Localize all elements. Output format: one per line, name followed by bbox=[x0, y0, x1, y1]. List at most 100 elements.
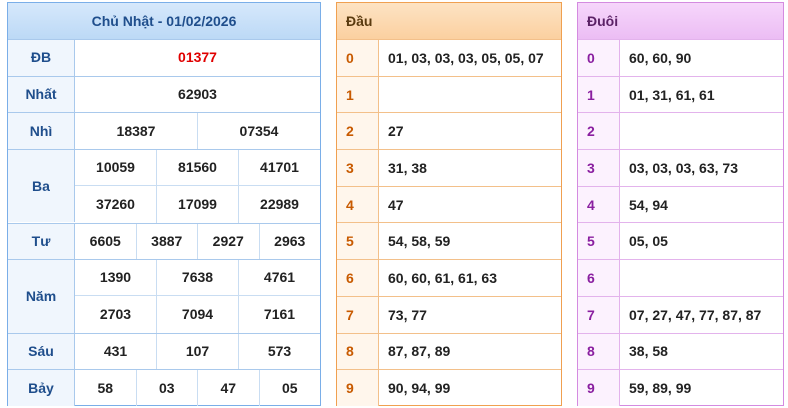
prize-number: 107 bbox=[156, 332, 238, 370]
dau-key: 7 bbox=[337, 296, 379, 333]
prize-number: 07354 bbox=[197, 112, 320, 150]
duoi-row: 1 01, 31, 61, 61 bbox=[578, 75, 783, 113]
prize-number: 2927 bbox=[197, 222, 259, 260]
dau-key: 1 bbox=[337, 76, 379, 113]
dau-key: 5 bbox=[337, 223, 379, 260]
dau-key: 2 bbox=[337, 113, 379, 150]
duoi-values: 38, 58 bbox=[629, 343, 668, 360]
prize-row: Năm 1390 7638 4761 2703 7094 7161 bbox=[8, 259, 320, 333]
dau-row: 2 27 bbox=[337, 112, 561, 150]
dau-values: 47 bbox=[388, 196, 404, 213]
dau-row: 1 bbox=[337, 75, 561, 113]
duoi-key: 4 bbox=[578, 186, 620, 223]
duoi-row: 2 bbox=[578, 112, 783, 150]
dau-values: 27 bbox=[388, 123, 404, 140]
duoi-values bbox=[620, 113, 783, 149]
prize-label: ĐB bbox=[8, 39, 75, 76]
dau-row: 4 47 bbox=[337, 185, 561, 223]
duoi-key: 0 bbox=[578, 40, 620, 76]
duoi-table: Đuôi 0 60, 60, 90 1 01, 31, 61, 61 2 3 03, 03,… bbox=[577, 2, 784, 406]
prize-row: Tư 6605 3887 2927 2963 bbox=[8, 222, 321, 260]
duoi-key: 2 bbox=[578, 113, 620, 150]
prize-number: 37260 bbox=[96, 196, 135, 213]
row-divider bbox=[8, 222, 320, 224]
dau-row: 0 01, 03, 03, 03, 05, 05, 07 bbox=[337, 39, 561, 76]
duoi-values: 01, 31, 61, 61 bbox=[629, 86, 715, 103]
prize-row: Sáu 431 107 573 bbox=[8, 332, 320, 370]
duoi-key: 1 bbox=[578, 76, 620, 113]
prize-label: Bảy bbox=[8, 369, 75, 406]
prize-number: 18387 bbox=[116, 122, 156, 139]
row-divider bbox=[8, 39, 320, 40]
duoi-values: 54, 94 bbox=[629, 196, 668, 213]
duoi-key: 9 bbox=[578, 370, 620, 406]
dau-header: Đầu bbox=[337, 3, 561, 39]
prize-number: 03 bbox=[135, 369, 198, 406]
row-divider bbox=[8, 75, 320, 77]
duoi-row: 5 05, 05 bbox=[578, 222, 783, 260]
dau-key: 4 bbox=[337, 186, 379, 223]
prize-number: 17099 bbox=[156, 186, 238, 223]
duoi-header: Đuôi bbox=[578, 3, 783, 39]
duoi-row: 6 bbox=[578, 259, 783, 296]
dau-row: 8 87, 87, 89 bbox=[337, 332, 561, 370]
row-divider bbox=[8, 369, 320, 371]
dau-key: 8 bbox=[337, 333, 379, 370]
prize-label: Ba bbox=[8, 149, 75, 223]
row-divider bbox=[8, 259, 320, 261]
duoi-key: 6 bbox=[578, 260, 620, 296]
duoi-row: 0 60, 60, 90 bbox=[578, 39, 783, 76]
duoi-key: 5 bbox=[578, 223, 620, 260]
prize-number: 62903 bbox=[178, 86, 217, 103]
prize-row: Nhì 18387 07354 bbox=[8, 112, 320, 150]
prize-row: Ba 10059 81560 41701 37260 17099 22989 bbox=[8, 149, 320, 223]
dau-key: 0 bbox=[337, 40, 379, 76]
prize-number: 7161 bbox=[238, 296, 320, 333]
dau-key: 9 bbox=[337, 370, 379, 406]
prize-number: 7094 bbox=[156, 296, 238, 333]
dau-key: 6 bbox=[337, 260, 379, 296]
duoi-key: 7 bbox=[578, 296, 620, 333]
prize-number: 6605 bbox=[89, 232, 121, 249]
special-prize-number: 01377 bbox=[178, 49, 217, 66]
dau-row: 3 31, 38 bbox=[337, 149, 561, 186]
prize-number: 2963 bbox=[258, 222, 321, 260]
prize-number: 4761 bbox=[238, 259, 320, 296]
dau-values: 90, 94, 99 bbox=[388, 380, 451, 397]
dau-row: 6 60, 60, 61, 61, 63 bbox=[337, 259, 561, 296]
prize-label: Sáu bbox=[8, 332, 75, 370]
duoi-row: 9 59, 89, 99 bbox=[578, 369, 783, 406]
dau-table: Đầu 0 01, 03, 03, 03, 05, 05, 07 1 2 27 3 31, … bbox=[336, 2, 562, 406]
dau-key: 3 bbox=[337, 150, 379, 186]
dau-values: 60, 60, 61, 61, 63 bbox=[388, 269, 497, 286]
duoi-values: 05, 05 bbox=[629, 233, 668, 250]
prize-number: 41701 bbox=[238, 149, 320, 186]
row-divider bbox=[8, 149, 320, 151]
prize-label: Năm bbox=[8, 259, 75, 333]
prize-number: 58 bbox=[97, 379, 114, 396]
dau-values: 87, 87, 89 bbox=[388, 343, 451, 360]
prize-label: Nhất bbox=[8, 75, 75, 113]
row-divider bbox=[8, 112, 320, 114]
dau-row: 7 73, 77 bbox=[337, 295, 561, 333]
duoi-row: 7 07, 27, 47, 77, 87, 87 bbox=[578, 295, 783, 333]
results-title: Chủ Nhật - 01/02/2026 bbox=[8, 3, 320, 40]
dau-row: 9 90, 94, 99 bbox=[337, 369, 561, 406]
duoi-row: 4 54, 94 bbox=[578, 185, 783, 223]
dau-row: 5 54, 58, 59 bbox=[337, 222, 561, 260]
prize-row: Nhất 62903 bbox=[8, 75, 320, 113]
prize-label: Tư bbox=[8, 222, 75, 260]
duoi-values: 03, 03, 03, 63, 73 bbox=[629, 159, 738, 176]
prize-number: 10059 bbox=[96, 159, 135, 176]
prize-number: 22989 bbox=[238, 186, 320, 223]
prize-row: ĐB 01377 bbox=[8, 39, 320, 76]
dau-values bbox=[379, 77, 561, 113]
prize-number: 2703 bbox=[99, 306, 132, 323]
prize-number: 431 bbox=[103, 342, 128, 359]
results-table: Chủ Nhật - 01/02/2026 ĐB 01377 Nhất 62903 Nh… bbox=[7, 2, 321, 406]
duoi-values bbox=[620, 260, 783, 296]
prize-number: 47 bbox=[197, 369, 259, 406]
prize-row: Bảy 58 03 47 05 bbox=[8, 369, 320, 406]
duoi-values: 60, 60, 90 bbox=[629, 49, 692, 66]
prize-number: 7638 bbox=[156, 259, 238, 296]
